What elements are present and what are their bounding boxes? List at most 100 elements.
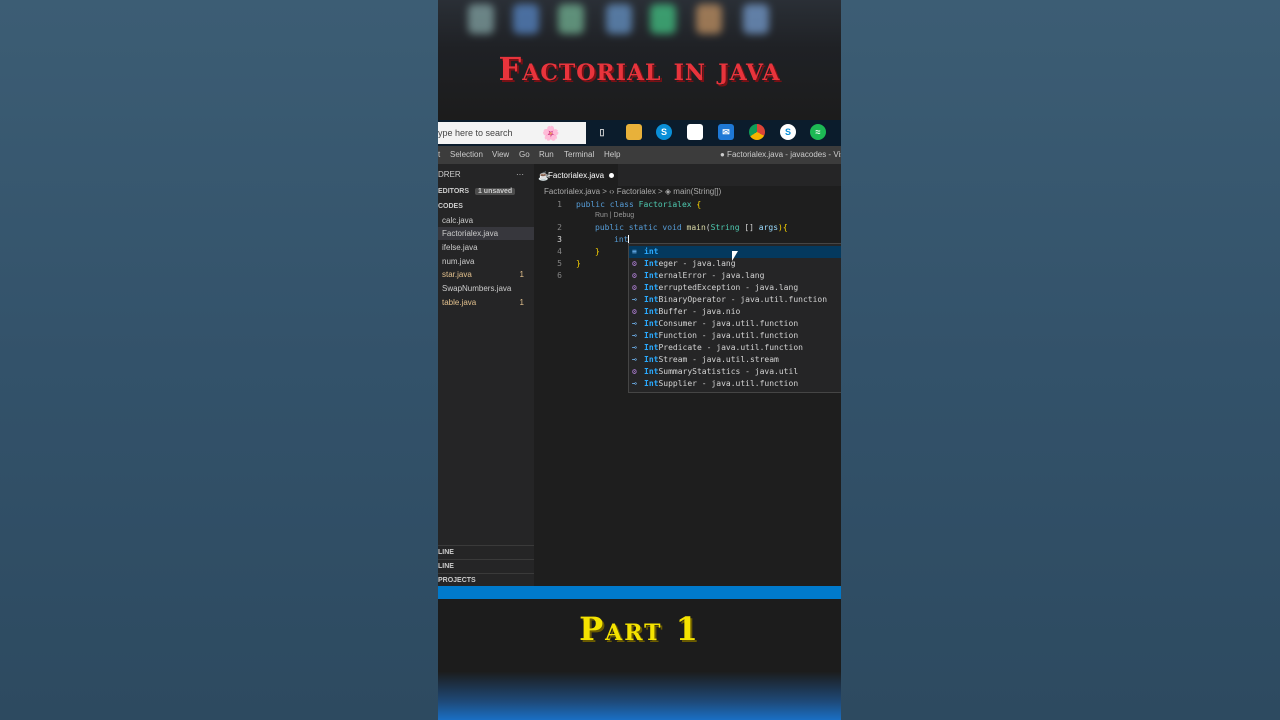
- explorer-label: DRER: [438, 170, 461, 179]
- suggestion-match: Int: [644, 307, 659, 316]
- keyword-token: public static void: [595, 223, 687, 232]
- suggestion-item[interactable]: ⚙ InternalError - java.lang: [629, 270, 841, 282]
- problem-count-badge: 1: [519, 270, 524, 279]
- class-icon: ⚙: [632, 283, 637, 292]
- suggestion-item[interactable]: ⊸ IntBinaryOperator - java.util.function: [629, 294, 841, 306]
- mail-icon[interactable]: ✉: [718, 124, 734, 140]
- file-item[interactable]: table.java 1: [438, 296, 534, 309]
- video-frame: Factorial in java ype here to search 🌸 ▯…: [438, 0, 841, 720]
- more-actions-icon[interactable]: ···: [516, 168, 524, 181]
- class-icon: ⚙: [632, 271, 637, 280]
- store-icon[interactable]: [687, 124, 703, 140]
- suggestion-item[interactable]: ⊸ IntPredicate - java.util.function: [629, 342, 841, 354]
- window-title: ● Factorialex.java - javacodes - Visual: [720, 150, 841, 159]
- menu-item-terminal[interactable]: Terminal: [564, 150, 594, 159]
- status-bar: [438, 586, 841, 599]
- skype-business-icon[interactable]: S: [780, 124, 796, 140]
- suggestion-item[interactable]: ⊸ IntSupplier - java.util.function: [629, 378, 841, 390]
- folder-header[interactable]: CODES: [438, 200, 534, 213]
- unsaved-dot-icon: [609, 173, 615, 179]
- windows-taskbar: ype here to search 🌸 ▯ S ✉ S ≈: [438, 120, 841, 146]
- suggestion-label: int: [644, 246, 658, 258]
- blurred-icon: [606, 4, 632, 34]
- suggestion-label: IntConsumer - java.util.function: [644, 318, 798, 330]
- open-editors-section[interactable]: EDITORS 1 unsaved: [438, 185, 534, 198]
- file-item[interactable]: num.java: [438, 255, 534, 268]
- skype-icon[interactable]: S: [656, 124, 672, 140]
- suggestion-label: IntFunction - java.util.function: [644, 330, 798, 342]
- run-debug-codelens[interactable]: Run | Debug: [595, 212, 634, 219]
- taskbar-search-box[interactable]: ype here to search 🌸: [438, 122, 586, 144]
- interface-icon: ⊸: [632, 319, 637, 328]
- blurred-icon: [696, 4, 722, 34]
- file-item[interactable]: calc.java: [438, 214, 534, 227]
- file-name: ifelse.java: [442, 243, 478, 252]
- suggestion-match: Int: [644, 295, 659, 304]
- suggestion-label: InterruptedException - java.lang: [644, 282, 798, 294]
- unsaved-badge: 1 unsaved: [474, 188, 516, 195]
- file-item[interactable]: Factorialex.java: [438, 227, 534, 240]
- suggestion-match: Int: [644, 367, 659, 376]
- method-name-token: main: [686, 223, 706, 232]
- suggestion-match: Int: [644, 355, 659, 364]
- menu-item-view[interactable]: View: [492, 150, 509, 159]
- file-name: star.java: [442, 270, 472, 279]
- chrome-icon[interactable]: [749, 124, 765, 140]
- suggestion-match: int: [644, 247, 659, 256]
- menu-item-selection[interactable]: Selection: [450, 150, 483, 159]
- suggestion-label: IntPredicate - java.util.function: [644, 342, 803, 354]
- file-name: calc.java: [442, 216, 474, 225]
- video-title: Factorial in java: [498, 50, 781, 88]
- spotify-icon[interactable]: ≈: [810, 124, 826, 140]
- explorer-sidebar: DRER ··· EDITORS 1 unsaved CODES calc.ja…: [438, 164, 534, 586]
- explorer-header: DRER ···: [438, 168, 534, 181]
- file-item[interactable]: star.java 1: [438, 268, 534, 281]
- suggestion-rest: Supplier - java.util.function: [658, 379, 799, 388]
- menu-item-help[interactable]: Help: [604, 150, 620, 159]
- interface-icon: ⊸: [632, 331, 637, 340]
- suggestion-item[interactable]: ⚙ InterruptedException - java.lang: [629, 282, 841, 294]
- line-number: 2: [557, 223, 562, 232]
- tab-factorialex[interactable]: ☕ Factorialex.java: [534, 164, 618, 186]
- line-number: 1: [557, 200, 562, 209]
- suggestion-rest: Function - java.util.function: [658, 331, 799, 340]
- blurred-icon: [558, 4, 584, 34]
- suggestion-match: Int: [644, 283, 659, 292]
- search-highlight-icon: 🌸: [542, 125, 560, 141]
- suggestion-rest: ernalError - java.lang: [658, 271, 765, 280]
- code-line: }: [576, 259, 581, 268]
- suggestion-rest: Consumer - java.util.function: [658, 319, 799, 328]
- suggestion-item[interactable]: ⊸ IntStream - java.util.stream: [629, 354, 841, 366]
- suggestion-label: Integer - java.lang: [644, 258, 736, 270]
- keyword-token: public class: [576, 200, 639, 209]
- brace-token: }: [576, 259, 581, 268]
- menu-item-file[interactable]: t: [438, 150, 440, 159]
- class-icon: ⚙: [632, 307, 637, 316]
- suggestion-match: Int: [644, 259, 659, 268]
- line-number: 6: [557, 271, 562, 280]
- task-view-icon[interactable]: ▯: [594, 124, 610, 140]
- breadcrumb[interactable]: Factorialex.java > ‹› Factorialex > ◈ ma…: [544, 187, 721, 196]
- tab-label: Factorialex.java: [548, 171, 605, 180]
- suggestion-label: IntSupplier - java.util.function: [644, 378, 798, 390]
- suggestion-item[interactable]: ⊸ IntConsumer - java.util.function: [629, 318, 841, 330]
- java-projects-section[interactable]: PROJECTS: [438, 573, 534, 587]
- menu-item-run[interactable]: Run: [539, 150, 554, 159]
- suggestion-item[interactable]: ⚙ IntSummaryStatistics - java.util: [629, 366, 841, 378]
- suggestion-label: IntStream - java.util.stream: [644, 354, 779, 366]
- suggestion-item[interactable]: ⚙ IntBuffer - java.nio: [629, 306, 841, 318]
- file-explorer-icon[interactable]: [626, 124, 642, 140]
- outline-section[interactable]: LINE: [438, 545, 534, 559]
- menu-item-go[interactable]: Go: [519, 150, 530, 159]
- file-name: SwapNumbers.java: [442, 284, 512, 293]
- line-number: 5: [557, 259, 562, 268]
- suggestion-item[interactable]: ⊸ IntFunction - java.util.function: [629, 330, 841, 342]
- suggestion-label: IntBinaryOperator - java.util.function: [644, 294, 827, 306]
- file-item[interactable]: SwapNumbers.java: [438, 282, 534, 295]
- code-line: public static void main(String [] args){: [595, 223, 788, 232]
- file-item[interactable]: ifelse.java: [438, 241, 534, 254]
- timeline-section[interactable]: LINE: [438, 559, 534, 573]
- interface-icon: ⊸: [632, 343, 637, 352]
- suggestion-rest: Buffer - java.nio: [658, 307, 741, 316]
- brace-token: {: [691, 200, 702, 209]
